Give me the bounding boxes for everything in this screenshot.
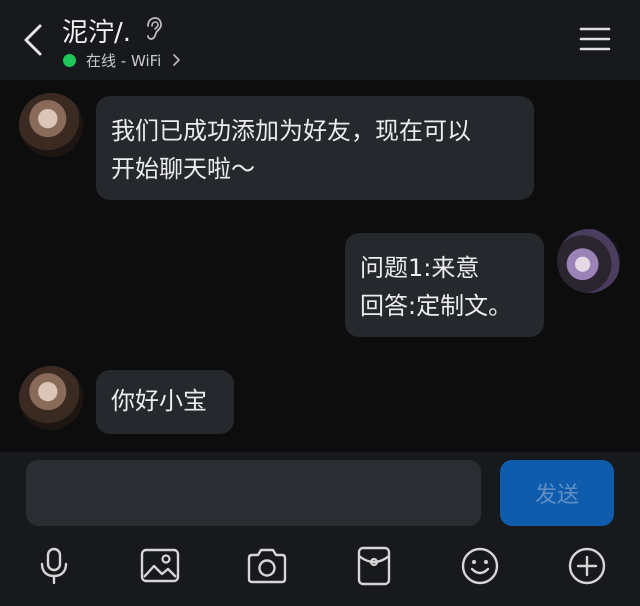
emoji-icon <box>461 547 499 585</box>
online-status[interactable]: 在线 - WiFi <box>63 50 181 70</box>
message-list[interactable]: 我们已成功添加为好友，现在可以 开始聊天啦～ 问题1:来意 回答:定制文。 你好… <box>0 80 640 452</box>
message-text: 我们已成功添加为好友，现在可以 <box>111 117 471 145</box>
emoji-button[interactable] <box>458 546 502 586</box>
avatar[interactable] <box>557 229 621 293</box>
hamburger-menu-icon <box>579 27 611 51</box>
back-button[interactable] <box>18 20 48 60</box>
image-button[interactable] <box>138 546 182 586</box>
composer: 发送 <box>0 452 640 606</box>
menu-button[interactable] <box>578 22 612 56</box>
camera-button[interactable] <box>245 546 289 586</box>
message-bubble[interactable]: 问题1:来意 回答:定制文。 <box>345 233 544 337</box>
message-input[interactable] <box>26 460 481 526</box>
contact-name[interactable]: 泥泞/. <box>62 12 131 49</box>
message-bubble[interactable]: 你好小宝 <box>96 370 234 434</box>
online-dot <box>63 53 76 67</box>
voice-button[interactable] <box>32 546 76 586</box>
message-text: 回答:定制文。 <box>360 292 513 320</box>
chat-header: 泥泞/. 在线 - WiFi <box>0 0 640 80</box>
message-bubble[interactable]: 我们已成功添加为好友，现在可以 开始聊天啦～ <box>96 96 534 200</box>
more-button[interactable] <box>565 546 609 586</box>
image-icon <box>140 548 180 583</box>
plus-icon <box>568 547 606 585</box>
message-text: 开始聊天啦～ <box>111 155 255 183</box>
avatar[interactable] <box>19 93 83 157</box>
ear-icon[interactable] <box>142 16 164 42</box>
red-packet-icon <box>357 546 391 586</box>
chevron-left-icon <box>24 24 42 56</box>
message-text: 你好小宝 <box>111 387 207 415</box>
message-text: 问题1:来意 <box>360 254 480 282</box>
microphone-icon <box>40 547 68 585</box>
avatar[interactable] <box>19 366 83 430</box>
chevron-right-icon <box>173 54 181 66</box>
camera-icon <box>247 548 287 584</box>
red-packet-button[interactable] <box>352 546 396 586</box>
status-text: 在线 - WiFi <box>86 51 162 70</box>
send-button[interactable]: 发送 <box>500 460 614 526</box>
